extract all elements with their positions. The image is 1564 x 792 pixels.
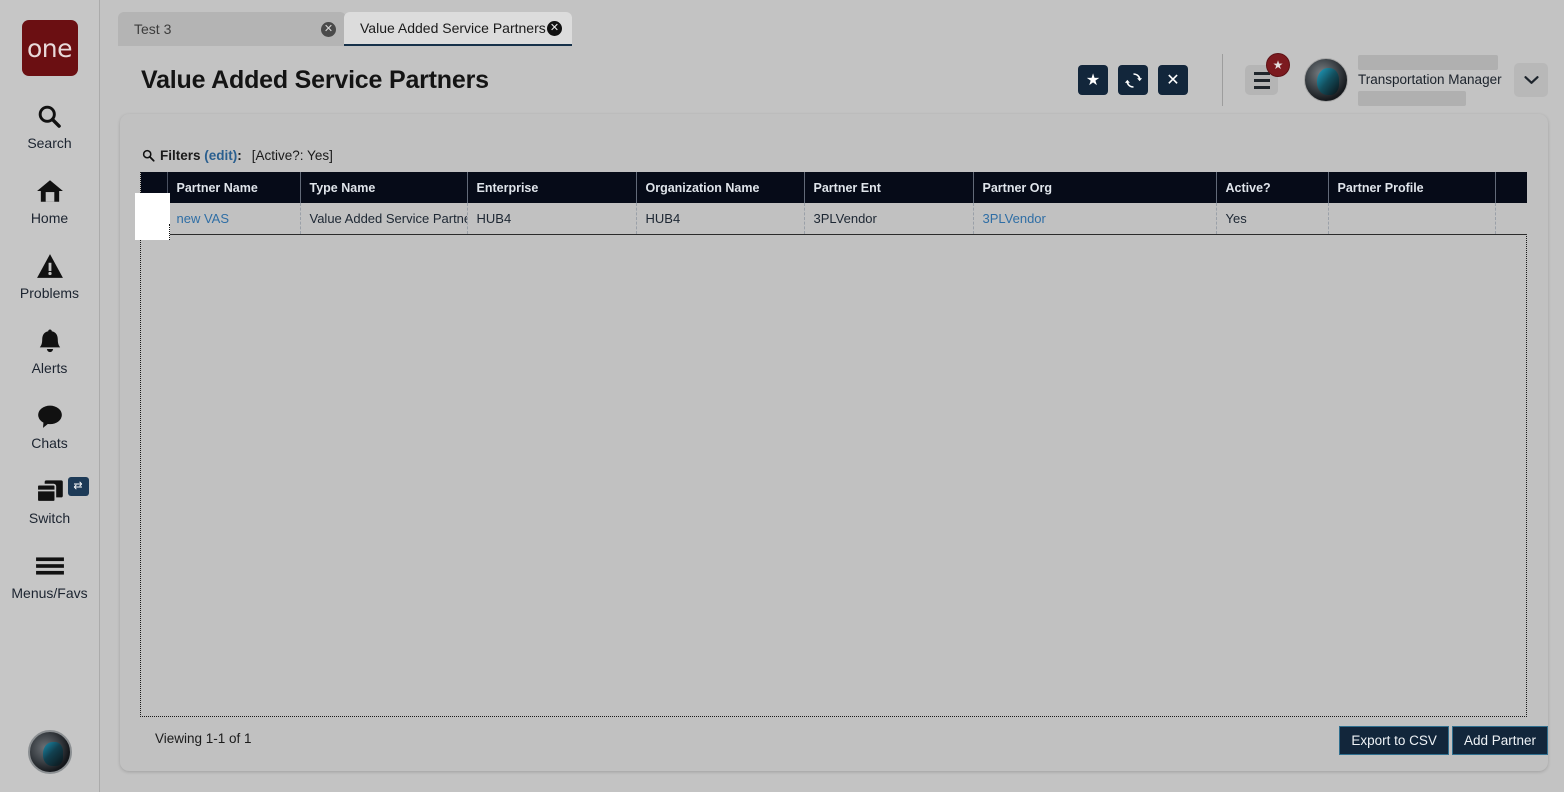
filters-active-value: [Active?: Yes] (251, 148, 333, 163)
close-button[interactable]: ✕ (1158, 65, 1188, 95)
user-info: Transportation Manager (1358, 54, 1502, 106)
warning-triangle-icon (36, 250, 64, 282)
header-divider (1222, 54, 1223, 106)
cell-enterprise: HUB4 (467, 203, 637, 235)
cell-partner-profile (1328, 203, 1496, 235)
page-title: Value Added Service Partners (141, 65, 489, 94)
star-icon: ★ (1085, 72, 1101, 89)
column-header-partner-name[interactable]: Partner Name (167, 172, 301, 203)
column-header-partner-org[interactable]: Partner Org (973, 172, 1217, 203)
filters-colon: : (237, 148, 242, 163)
table-header-row: Partner Name Type Name Enterprise Organi… (141, 172, 1527, 203)
table-row[interactable]: ✖ new VAS Value Added Service Partner HU… (141, 203, 1527, 235)
refresh-button[interactable] (1118, 65, 1148, 95)
user-role: Transportation Manager (1358, 71, 1502, 87)
sidebar-item-label: Menus/Favs (11, 585, 88, 601)
page-header: Value Added Service Partners ★ ✕ ★ Trans… (120, 46, 1548, 114)
chevron-down-icon (1523, 75, 1539, 85)
filters-edit-link[interactable]: (edit) (204, 148, 237, 163)
cell-partner-org[interactable]: 3PLVendor (973, 203, 1217, 235)
hamburger-icon (1253, 71, 1270, 75)
user-name-redacted (1358, 54, 1498, 70)
main-menu-button[interactable]: ★ (1245, 53, 1290, 95)
cell-partner-name[interactable]: new VAS (167, 203, 301, 235)
close-icon: ✕ (1166, 72, 1180, 89)
refresh-icon (1124, 72, 1142, 89)
cell-spacer (1495, 203, 1527, 235)
column-header-partner-ent[interactable]: Partner Ent (804, 172, 974, 203)
home-icon (36, 175, 64, 207)
column-header-spacer (1495, 172, 1527, 203)
sidebar-item-switch[interactable]: ⇄ Switch (0, 475, 100, 526)
user-avatar-bottom[interactable] (28, 730, 72, 774)
tab-strip: Test 3 ✕ Value Added Service Partners ✕ (100, 0, 1564, 46)
partner-org-link[interactable]: 3PLVendor (983, 211, 1046, 226)
viewing-count: Viewing 1-1 of 1 (155, 731, 252, 746)
star-icon: ★ (1272, 58, 1284, 72)
sidebar-item-home[interactable]: Home (0, 175, 100, 226)
user-detail-redacted (1358, 90, 1466, 106)
search-icon (142, 149, 155, 162)
brand-logo-text: one (26, 33, 73, 63)
hamburger-icon (35, 550, 65, 582)
column-header-type-name[interactable]: Type Name (300, 172, 468, 203)
user-menu-toggle[interactable] (1514, 63, 1548, 97)
avatar-head-icon (1317, 68, 1339, 95)
sidebar-item-chats[interactable]: Chats (0, 400, 100, 451)
header-actions: ★ ✕ ★ Transportation Manager (1068, 53, 1548, 106)
avatar-head-icon (43, 742, 63, 766)
brand-logo[interactable]: one (21, 20, 78, 76)
tab-label: Test 3 (134, 21, 172, 37)
favorites-badge[interactable]: ★ (1266, 53, 1290, 77)
column-header-enterprise[interactable]: Enterprise (467, 172, 637, 203)
column-header-partner-profile[interactable]: Partner Profile (1328, 172, 1496, 203)
export-to-csv-button[interactable]: Export to CSV (1339, 726, 1449, 755)
column-header-organization-name[interactable]: Organization Name (636, 172, 805, 203)
bell-icon (37, 325, 63, 357)
search-icon (36, 100, 63, 132)
tab-test-3[interactable]: Test 3 ✕ (118, 12, 346, 46)
sidebar-item-label: Problems (19, 285, 80, 301)
cell-organization-name: HUB4 (636, 203, 805, 235)
left-sidebar: one Search Home Problems Alerts Chats ⇄ … (0, 0, 100, 792)
swap-arrows-icon[interactable]: ⇄ (67, 477, 89, 496)
partner-name-link[interactable]: new VAS (177, 211, 230, 226)
sidebar-item-label: Alerts (31, 360, 68, 376)
tab-value-added-service-partners[interactable]: Value Added Service Partners ✕ (344, 12, 572, 46)
hamburger-icon (1253, 78, 1270, 82)
partners-table: Partner Name Type Name Enterprise Organi… (141, 172, 1527, 235)
cell-active: Yes (1216, 203, 1329, 235)
column-header-active[interactable]: Active? (1216, 172, 1329, 203)
close-circle-icon[interactable]: ✕ (321, 21, 336, 37)
row-hover-overlay-tail (135, 224, 170, 240)
partners-grid: Partner Name Type Name Enterprise Organi… (140, 172, 1527, 717)
sidebar-item-search[interactable]: Search (0, 100, 100, 151)
sidebar-item-label: Switch (28, 510, 71, 526)
filters-bar: Filters (edit) : [Active?: Yes] (142, 148, 333, 163)
sidebar-item-alerts[interactable]: Alerts (0, 325, 100, 376)
chat-bubble-icon (36, 400, 64, 432)
sidebar-item-problems[interactable]: Problems (0, 250, 100, 301)
content-panel: Filters (edit) : [Active?: Yes] Partner … (120, 114, 1548, 771)
windows-stack-icon (34, 475, 66, 507)
footer-actions: Export to CSV Add Partner (1339, 726, 1548, 755)
app-root: one Search Home Problems Alerts Chats ⇄ … (0, 0, 1564, 792)
user-avatar-icon[interactable] (1304, 58, 1348, 102)
sidebar-item-label: Search (27, 135, 72, 151)
filters-label: Filters (160, 148, 201, 163)
cell-partner-ent: 3PLVendor (804, 203, 974, 235)
add-partner-button[interactable]: Add Partner (1451, 726, 1548, 755)
sidebar-item-label: Home (30, 210, 69, 226)
favorite-button[interactable]: ★ (1078, 65, 1108, 95)
sidebar-item-menus-favs[interactable]: Menus/Favs (0, 550, 100, 601)
sidebar-item-label: Chats (31, 435, 68, 451)
hamburger-icon (1253, 85, 1270, 89)
close-circle-icon[interactable]: ✕ (547, 20, 562, 36)
tab-label: Value Added Service Partners (360, 20, 546, 36)
cell-type-name: Value Added Service Partner (300, 203, 468, 235)
